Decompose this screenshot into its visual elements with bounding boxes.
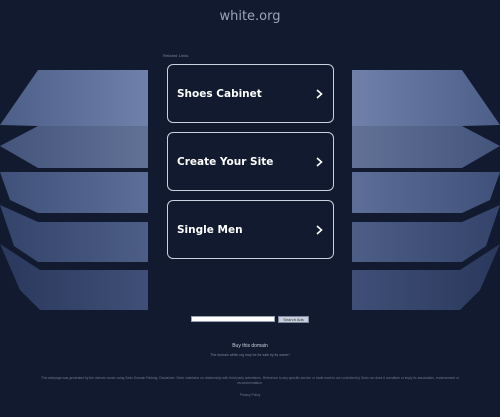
buy-domain-link[interactable]: Buy this domain bbox=[0, 343, 500, 349]
related-link-single-men[interactable]: Single Men bbox=[167, 200, 334, 259]
related-link-shoes-cabinet[interactable]: Shoes Cabinet bbox=[167, 64, 334, 123]
right-panels bbox=[352, 70, 500, 310]
search-input[interactable] bbox=[191, 316, 275, 322]
owner-note: The domain white.org may be for sale by … bbox=[210, 353, 290, 357]
domain-title: white.org bbox=[219, 9, 281, 24]
disclaimer-text: This webpage was generated by the domain… bbox=[41, 376, 459, 385]
parking-page: white.org Related Links Shoes Cabinet Cr… bbox=[0, 0, 500, 417]
related-link-label: Shoes Cabinet bbox=[177, 87, 262, 100]
privacy-policy-link[interactable]: Privacy Policy bbox=[0, 393, 500, 397]
chevron-right-icon bbox=[316, 88, 323, 99]
related-link-create-your-site[interactable]: Create Your Site bbox=[167, 132, 334, 191]
search-button[interactable]: Search Ads bbox=[278, 316, 309, 323]
related-link-label: Single Men bbox=[177, 223, 243, 236]
search-bar: Search Ads bbox=[0, 316, 500, 323]
left-panels bbox=[0, 70, 148, 310]
related-links-label: Related Links bbox=[163, 53, 189, 58]
related-link-label: Create Your Site bbox=[177, 155, 274, 168]
chevron-right-icon bbox=[316, 156, 323, 167]
chevron-right-icon bbox=[316, 224, 323, 235]
